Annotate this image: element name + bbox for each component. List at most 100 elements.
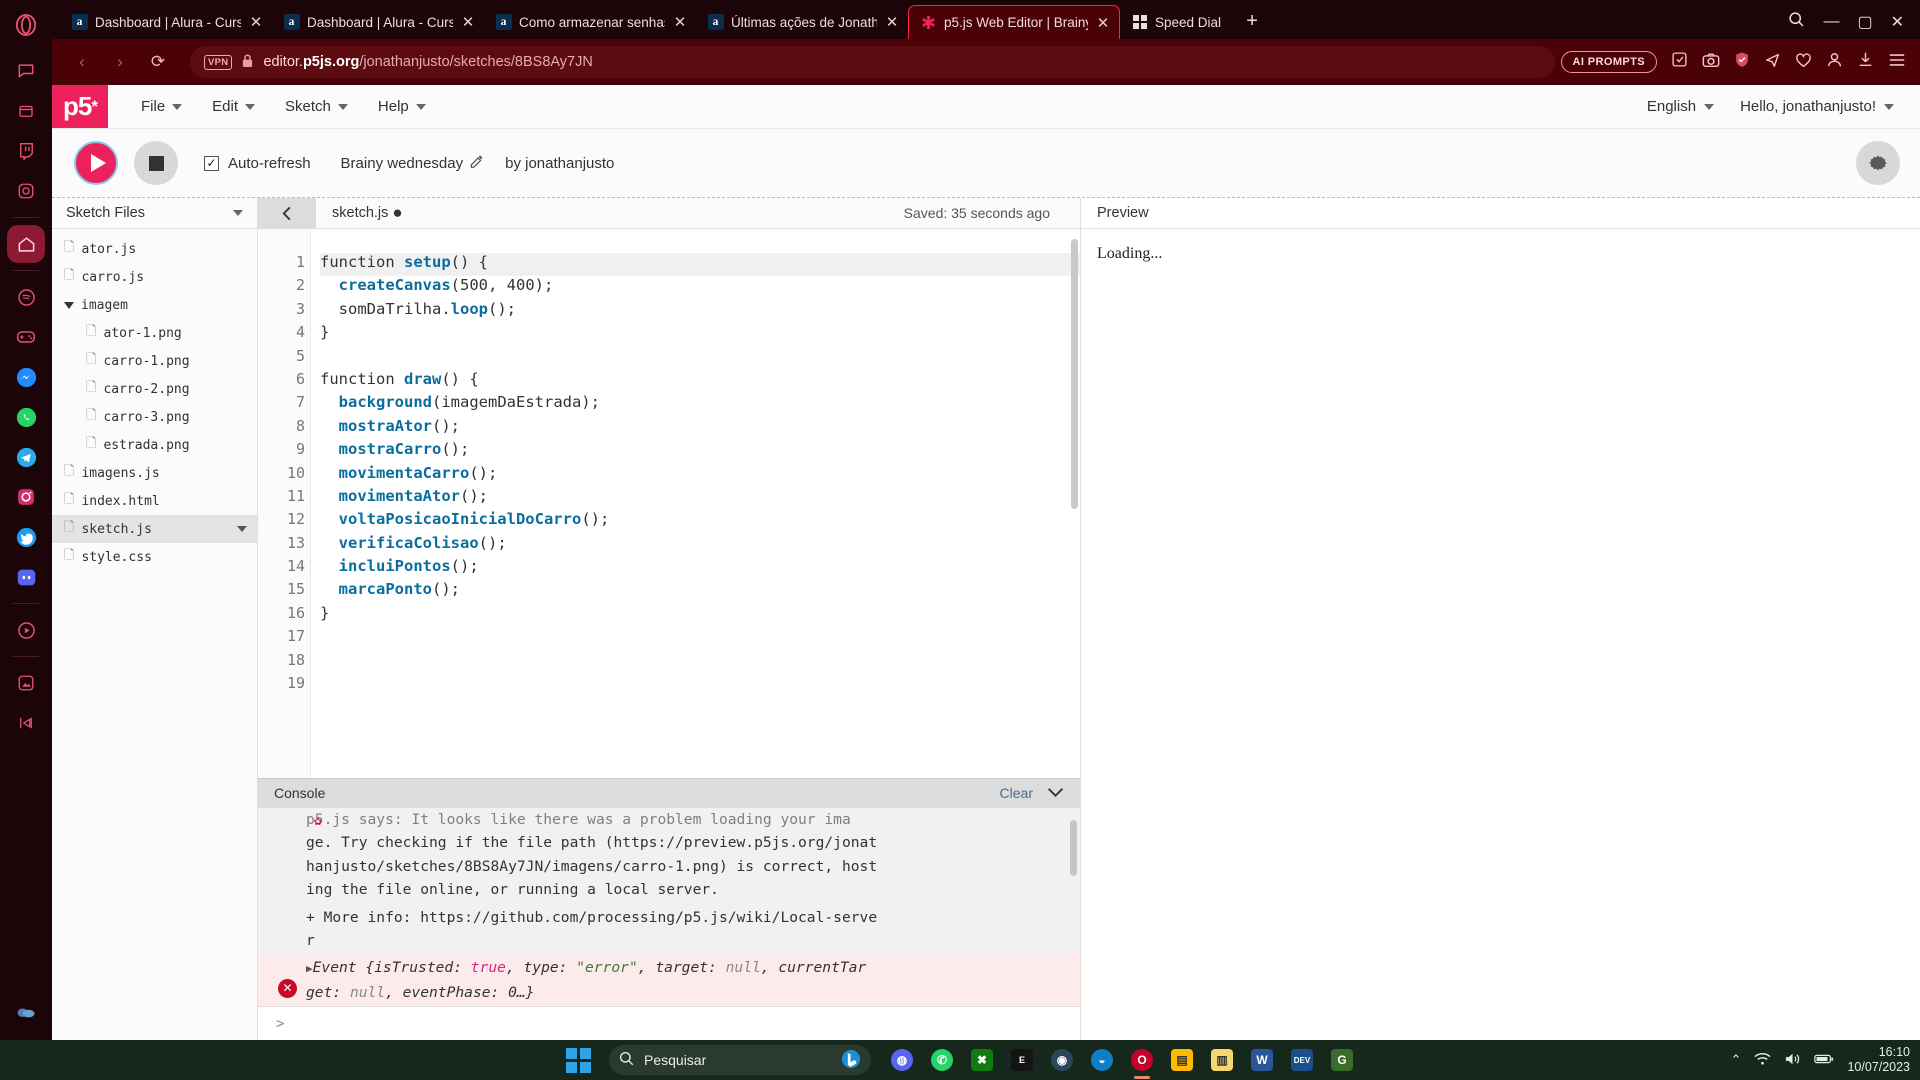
devtool-icon[interactable]: DEV [1285, 1044, 1319, 1076]
checkbox-checked-icon[interactable]: ✓ [204, 155, 219, 171]
whatsapp-icon[interactable]: ✆ [925, 1044, 959, 1076]
pencil-icon[interactable] [470, 154, 483, 172]
file-explorer-icon[interactable]: ▤ [1165, 1044, 1199, 1076]
browser-tab-4-active[interactable]: ✱ p5.js Web Editor | Brainy we ✕ [908, 5, 1120, 39]
new-tab-button[interactable]: + [1239, 10, 1265, 33]
stop-button[interactable] [134, 141, 178, 185]
gear-icon[interactable] [1856, 141, 1900, 185]
file-item-carro-1-png[interactable]: 🗋 carro-1.png [52, 347, 257, 375]
close-icon[interactable]: ✕ [460, 13, 476, 31]
file-item-ator-js[interactable]: 🗋 ator.js [52, 235, 257, 263]
games-icon[interactable] [7, 318, 45, 356]
collapse-sidebar-button[interactable] [258, 197, 316, 229]
file-item-ator-1-png[interactable]: 🗋 ator-1.png [52, 319, 257, 347]
close-icon[interactable]: ✕ [1095, 14, 1111, 32]
battery-icon[interactable] [1814, 1053, 1834, 1068]
browser-tab-0[interactable]: a Dashboard | Alura - Cursos ✕ [60, 5, 272, 39]
sketch-name[interactable]: Brainy wednesday [341, 155, 484, 172]
sketch-files-header[interactable]: Sketch Files [52, 198, 257, 229]
word-icon[interactable]: W [1245, 1044, 1279, 1076]
whatsapp-icon[interactable] [7, 398, 45, 436]
reload-button[interactable]: ⟳ [142, 46, 174, 78]
play-button[interactable] [74, 141, 118, 185]
notepad-icon[interactable]: ▥ [1205, 1044, 1239, 1076]
editor-open-file-tab[interactable]: sketch.js ● [316, 204, 419, 221]
edge-icon[interactable]: ◒ [1085, 1044, 1119, 1076]
browser-tab-3[interactable]: a Últimas ações de Jonathan ✕ [696, 5, 908, 39]
steam-icon[interactable]: ◉ [1045, 1044, 1079, 1076]
downloads-icon[interactable] [1857, 51, 1874, 73]
chevron-down-icon[interactable] [1047, 785, 1064, 801]
file-item-style-css[interactable]: 🗋 style.css [52, 543, 257, 571]
close-icon[interactable]: ✕ [248, 13, 264, 31]
console-messages[interactable]: ✿ p5.js says: It looks like there was a … [258, 807, 1080, 1007]
folder-item-imagem[interactable]: imagem [52, 291, 257, 319]
close-window-button[interactable]: ✕ [1891, 12, 1904, 32]
file-item-carro-js[interactable]: 🗋 carro.js [52, 263, 257, 291]
menu-icon[interactable] [1888, 52, 1906, 73]
bookmarks-icon[interactable] [7, 92, 45, 130]
discord-icon[interactable] [7, 558, 45, 596]
close-icon[interactable]: ✕ [672, 13, 688, 31]
taskbar-search[interactable]: Pesquisar [609, 1045, 871, 1075]
volume-icon[interactable] [1784, 1052, 1801, 1069]
browser-tab-2[interactable]: a Como armazenar senhas n ✕ [484, 5, 696, 39]
camera-icon[interactable] [1702, 52, 1720, 73]
language-selector[interactable]: English [1647, 98, 1715, 115]
messenger-icon[interactable] [7, 358, 45, 396]
maximize-button[interactable]: ▢ [1857, 12, 1872, 32]
xbox-icon[interactable]: ✖ [965, 1044, 999, 1076]
p5-logo[interactable]: p5 * [52, 85, 108, 128]
chevron-up-icon[interactable]: ⌃ [1731, 1052, 1742, 1068]
screenshot-icon[interactable] [1671, 51, 1688, 73]
epic-games-icon[interactable]: E [1005, 1044, 1039, 1076]
file-item-carro-3-png[interactable]: 🗋 carro-3.png [52, 403, 257, 431]
menu-sketch[interactable]: Sketch [274, 92, 359, 121]
share-icon[interactable] [1764, 52, 1781, 73]
menu-file[interactable]: File [130, 92, 193, 121]
clear-console-button[interactable]: Clear [1000, 785, 1033, 801]
discord-icon[interactable]: ◍ [885, 1044, 919, 1076]
file-item-index-html[interactable]: 🗋 index.html [52, 487, 257, 515]
twitch-icon[interactable] [7, 132, 45, 170]
browser-tab-1[interactable]: a Dashboard | Alura - Cursos ✕ [272, 5, 484, 39]
home-icon[interactable] [7, 225, 45, 263]
opera-icon[interactable]: O [1125, 1044, 1159, 1076]
telegram-icon[interactable] [7, 438, 45, 476]
heart-icon[interactable] [1795, 52, 1812, 73]
tab-search-icon[interactable] [1788, 11, 1805, 33]
vpn-badge[interactable]: VPN [204, 54, 233, 70]
menu-help[interactable]: Help [367, 92, 437, 121]
file-item-estrada-png[interactable]: 🗋 estrada.png [52, 431, 257, 459]
profile-icon[interactable] [1826, 51, 1843, 73]
player-icon[interactable] [7, 611, 45, 649]
file-item-sketch-js[interactable]: 🗋 sketch.js [52, 515, 257, 543]
bing-copilot-icon[interactable] [841, 1049, 861, 1072]
player-controls-icon[interactable] [7, 704, 45, 742]
minimize-button[interactable]: — [1823, 13, 1839, 31]
lock-icon[interactable] [241, 53, 254, 72]
triangle-right-icon[interactable]: ▶ [306, 962, 313, 975]
file-options-icon[interactable] [237, 526, 247, 532]
account-menu[interactable]: Hello, jonathanjusto! [1740, 98, 1894, 115]
taskbar-clock[interactable]: 16:10 10/07/2023 [1847, 1045, 1910, 1075]
console-error-message[interactable]: ✕ ▶Event {isTrusted: true, type: "error"… [258, 954, 1080, 1007]
wifi-icon[interactable] [1754, 1052, 1771, 1069]
code-lines[interactable]: function setup() { createCanvas(500, 400… [310, 229, 1080, 778]
pinterest-icon[interactable] [7, 664, 45, 702]
windows-logo-icon[interactable] [561, 1044, 595, 1076]
code-editor[interactable]: 1 2 3 4 5 6 7 8 9 10 11 12 13 14 15 16 1… [258, 229, 1080, 778]
weather-icon[interactable] [7, 992, 45, 1030]
file-item-carro-2-png[interactable]: 🗋 carro-2.png [52, 375, 257, 403]
ai-prompts-button[interactable]: AI PROMPTS [1560, 51, 1657, 73]
spotify-icon[interactable] [7, 278, 45, 316]
forward-button[interactable]: › [104, 46, 136, 78]
browser-tab-5[interactable]: Speed Dial [1120, 5, 1229, 39]
file-item-imagens-js[interactable]: 🗋 imagens.js [52, 459, 257, 487]
sketch-author[interactable]: by jonathanjusto [505, 155, 614, 172]
opera-sidebar[interactable] [0, 0, 52, 1040]
console-prompt[interactable]: > [258, 1006, 1080, 1040]
instagram-alt-icon[interactable] [7, 172, 45, 210]
autorefresh-toggle[interactable]: ✓ Auto-refresh [204, 155, 311, 172]
console-scrollbar[interactable] [1070, 819, 1077, 876]
